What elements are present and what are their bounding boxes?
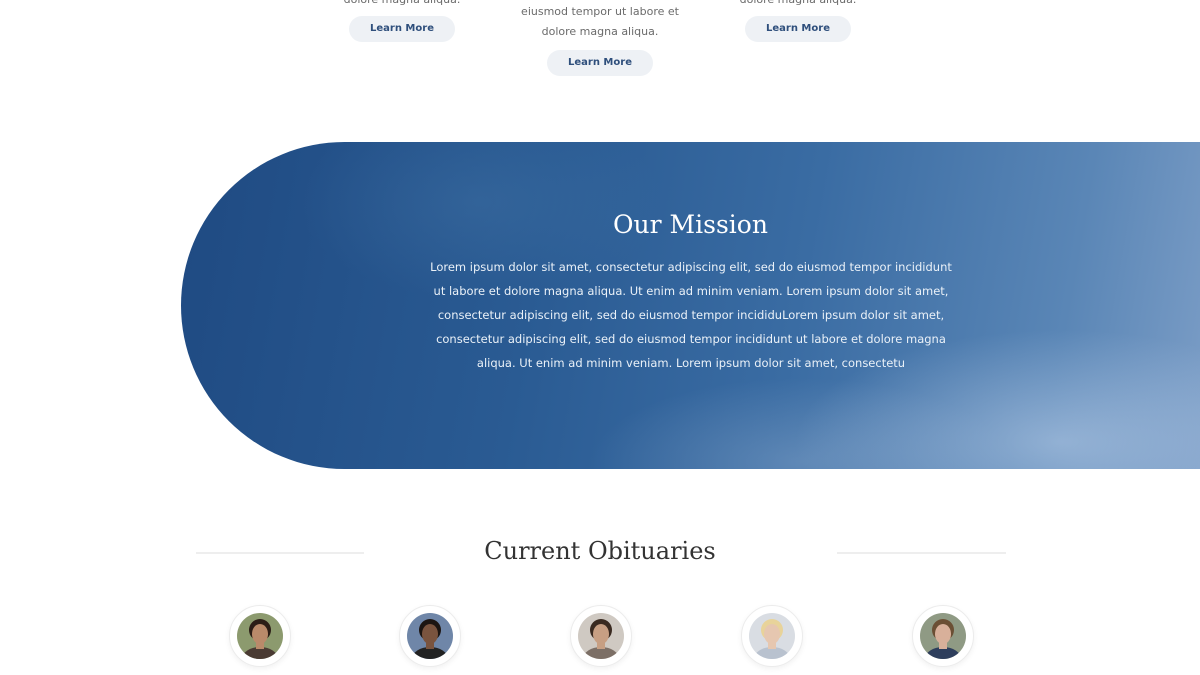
obituary-avatar[interactable] — [570, 605, 632, 667]
obituary-avatar[interactable] — [912, 605, 974, 667]
obituary-avatar[interactable] — [229, 605, 291, 667]
service-card-3: dolore magna aliqua. Learn More — [698, 0, 898, 42]
portrait-photo — [237, 613, 283, 659]
obituary-avatar[interactable] — [741, 605, 803, 667]
obituaries-title: Current Obituaries — [484, 537, 716, 565]
service-description: dolore magna aliqua. — [698, 0, 898, 10]
learn-more-button[interactable]: Learn More — [547, 50, 653, 76]
service-description-line-2: dolore magna aliqua. — [541, 25, 659, 38]
page: dolore magna aliqua. Learn More eiusmod … — [0, 0, 1200, 675]
portrait-photo — [920, 613, 966, 659]
mission-text: Lorem ipsum dolor sit amet, consectetur … — [430, 260, 952, 370]
service-description: dolore magna aliqua. — [302, 0, 502, 10]
service-card-2: eiusmod tempor ut labore et dolore magna… — [500, 2, 700, 76]
obituary-avatar[interactable] — [399, 605, 461, 667]
service-card-1: dolore magna aliqua. Learn More — [302, 0, 502, 42]
portrait-photo — [578, 613, 624, 659]
learn-more-button[interactable]: Learn More — [349, 16, 455, 42]
service-description-line-1: eiusmod tempor ut labore et — [521, 5, 679, 18]
mission-title: Our Mission — [613, 210, 768, 239]
portrait-photo — [407, 613, 453, 659]
learn-more-button[interactable]: Learn More — [745, 16, 851, 42]
divider-right — [837, 552, 1006, 554]
mission-banner: Our Mission Lorem ipsum dolor sit amet, … — [181, 142, 1200, 469]
portrait-photo — [749, 613, 795, 659]
